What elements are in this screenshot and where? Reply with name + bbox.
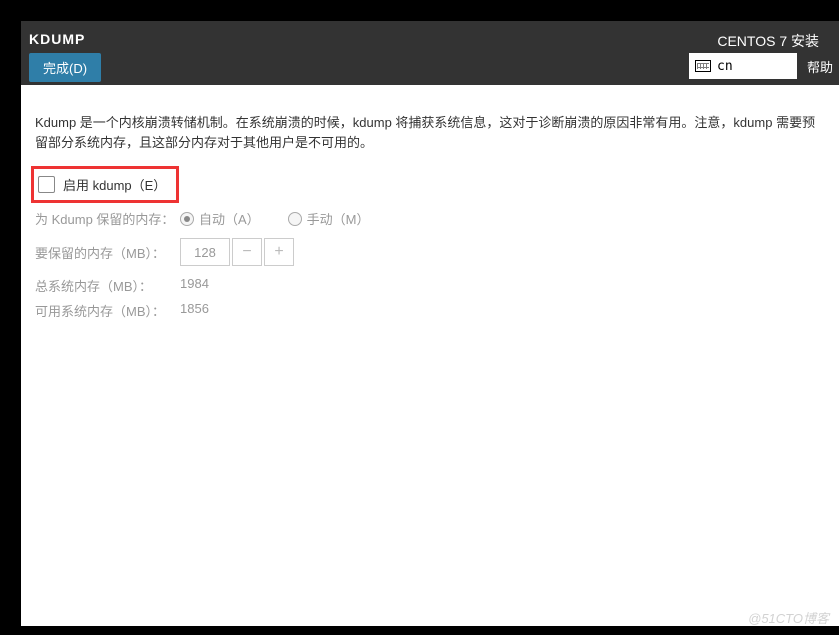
to-reserve-label: 要保留的内存（MB）： — [35, 243, 180, 262]
radio-manual-item[interactable]: 手动（M） — [288, 209, 370, 228]
reserved-radio-group: 自动（A） 手动（M） — [180, 209, 398, 228]
usable-memory-row: 可用系统内存（MB）： 1856 — [35, 301, 825, 320]
usable-memory-label: 可用系统内存（MB）： — [35, 301, 180, 320]
installer-panel: KDUMP 完成(D) CENTOS 7 安装 cn 帮助 Kdump 是一个内… — [21, 21, 839, 626]
total-memory-label: 总系统内存（MB）： — [35, 276, 180, 295]
radio-manual[interactable] — [288, 212, 302, 226]
enable-kdump-checkbox[interactable] — [38, 176, 55, 193]
radio-auto[interactable] — [180, 212, 194, 226]
done-button[interactable]: 完成(D) — [29, 53, 101, 82]
content-area: Kdump 是一个内核崩溃转储机制。在系统崩溃的时候，kdump 将捕获系统信息… — [21, 85, 839, 348]
reserved-memory-row: 为 Kdump 保留的内存： 自动（A） 手动（M） — [35, 209, 825, 228]
enable-kdump-row[interactable]: 启用 kdump（E） — [31, 166, 179, 203]
total-memory-value: 1984 — [180, 276, 209, 295]
keyboard-icon — [695, 60, 711, 72]
reserve-amount-input[interactable] — [180, 238, 230, 266]
keyboard-layout-value: cn — [717, 59, 733, 74]
install-title: CENTOS 7 安装 — [717, 31, 819, 51]
radio-auto-item[interactable]: 自动（A） — [180, 209, 260, 228]
increment-button[interactable]: + — [264, 238, 294, 266]
total-memory-row: 总系统内存（MB）： 1984 — [35, 276, 825, 295]
enable-kdump-label: 启用 kdump（E） — [63, 175, 166, 194]
reserved-memory-label: 为 Kdump 保留的内存： — [35, 209, 180, 228]
radio-auto-label: 自动（A） — [199, 209, 260, 228]
page-title: KDUMP — [29, 31, 85, 47]
keyboard-layout-selector[interactable]: cn — [689, 53, 797, 79]
kdump-description: Kdump 是一个内核崩溃转储机制。在系统崩溃的时候，kdump 将捕获系统信息… — [35, 113, 825, 152]
usable-memory-value: 1856 — [180, 301, 209, 320]
decrement-button[interactable]: − — [232, 238, 262, 266]
radio-manual-label: 手动（M） — [307, 209, 370, 228]
to-reserve-row: 要保留的内存（MB）： − + — [35, 238, 825, 266]
top-bar: KDUMP 完成(D) CENTOS 7 安装 cn 帮助 — [21, 21, 839, 85]
help-link[interactable]: 帮助 — [807, 57, 833, 76]
watermark: @51CTO博客 — [748, 608, 829, 627]
